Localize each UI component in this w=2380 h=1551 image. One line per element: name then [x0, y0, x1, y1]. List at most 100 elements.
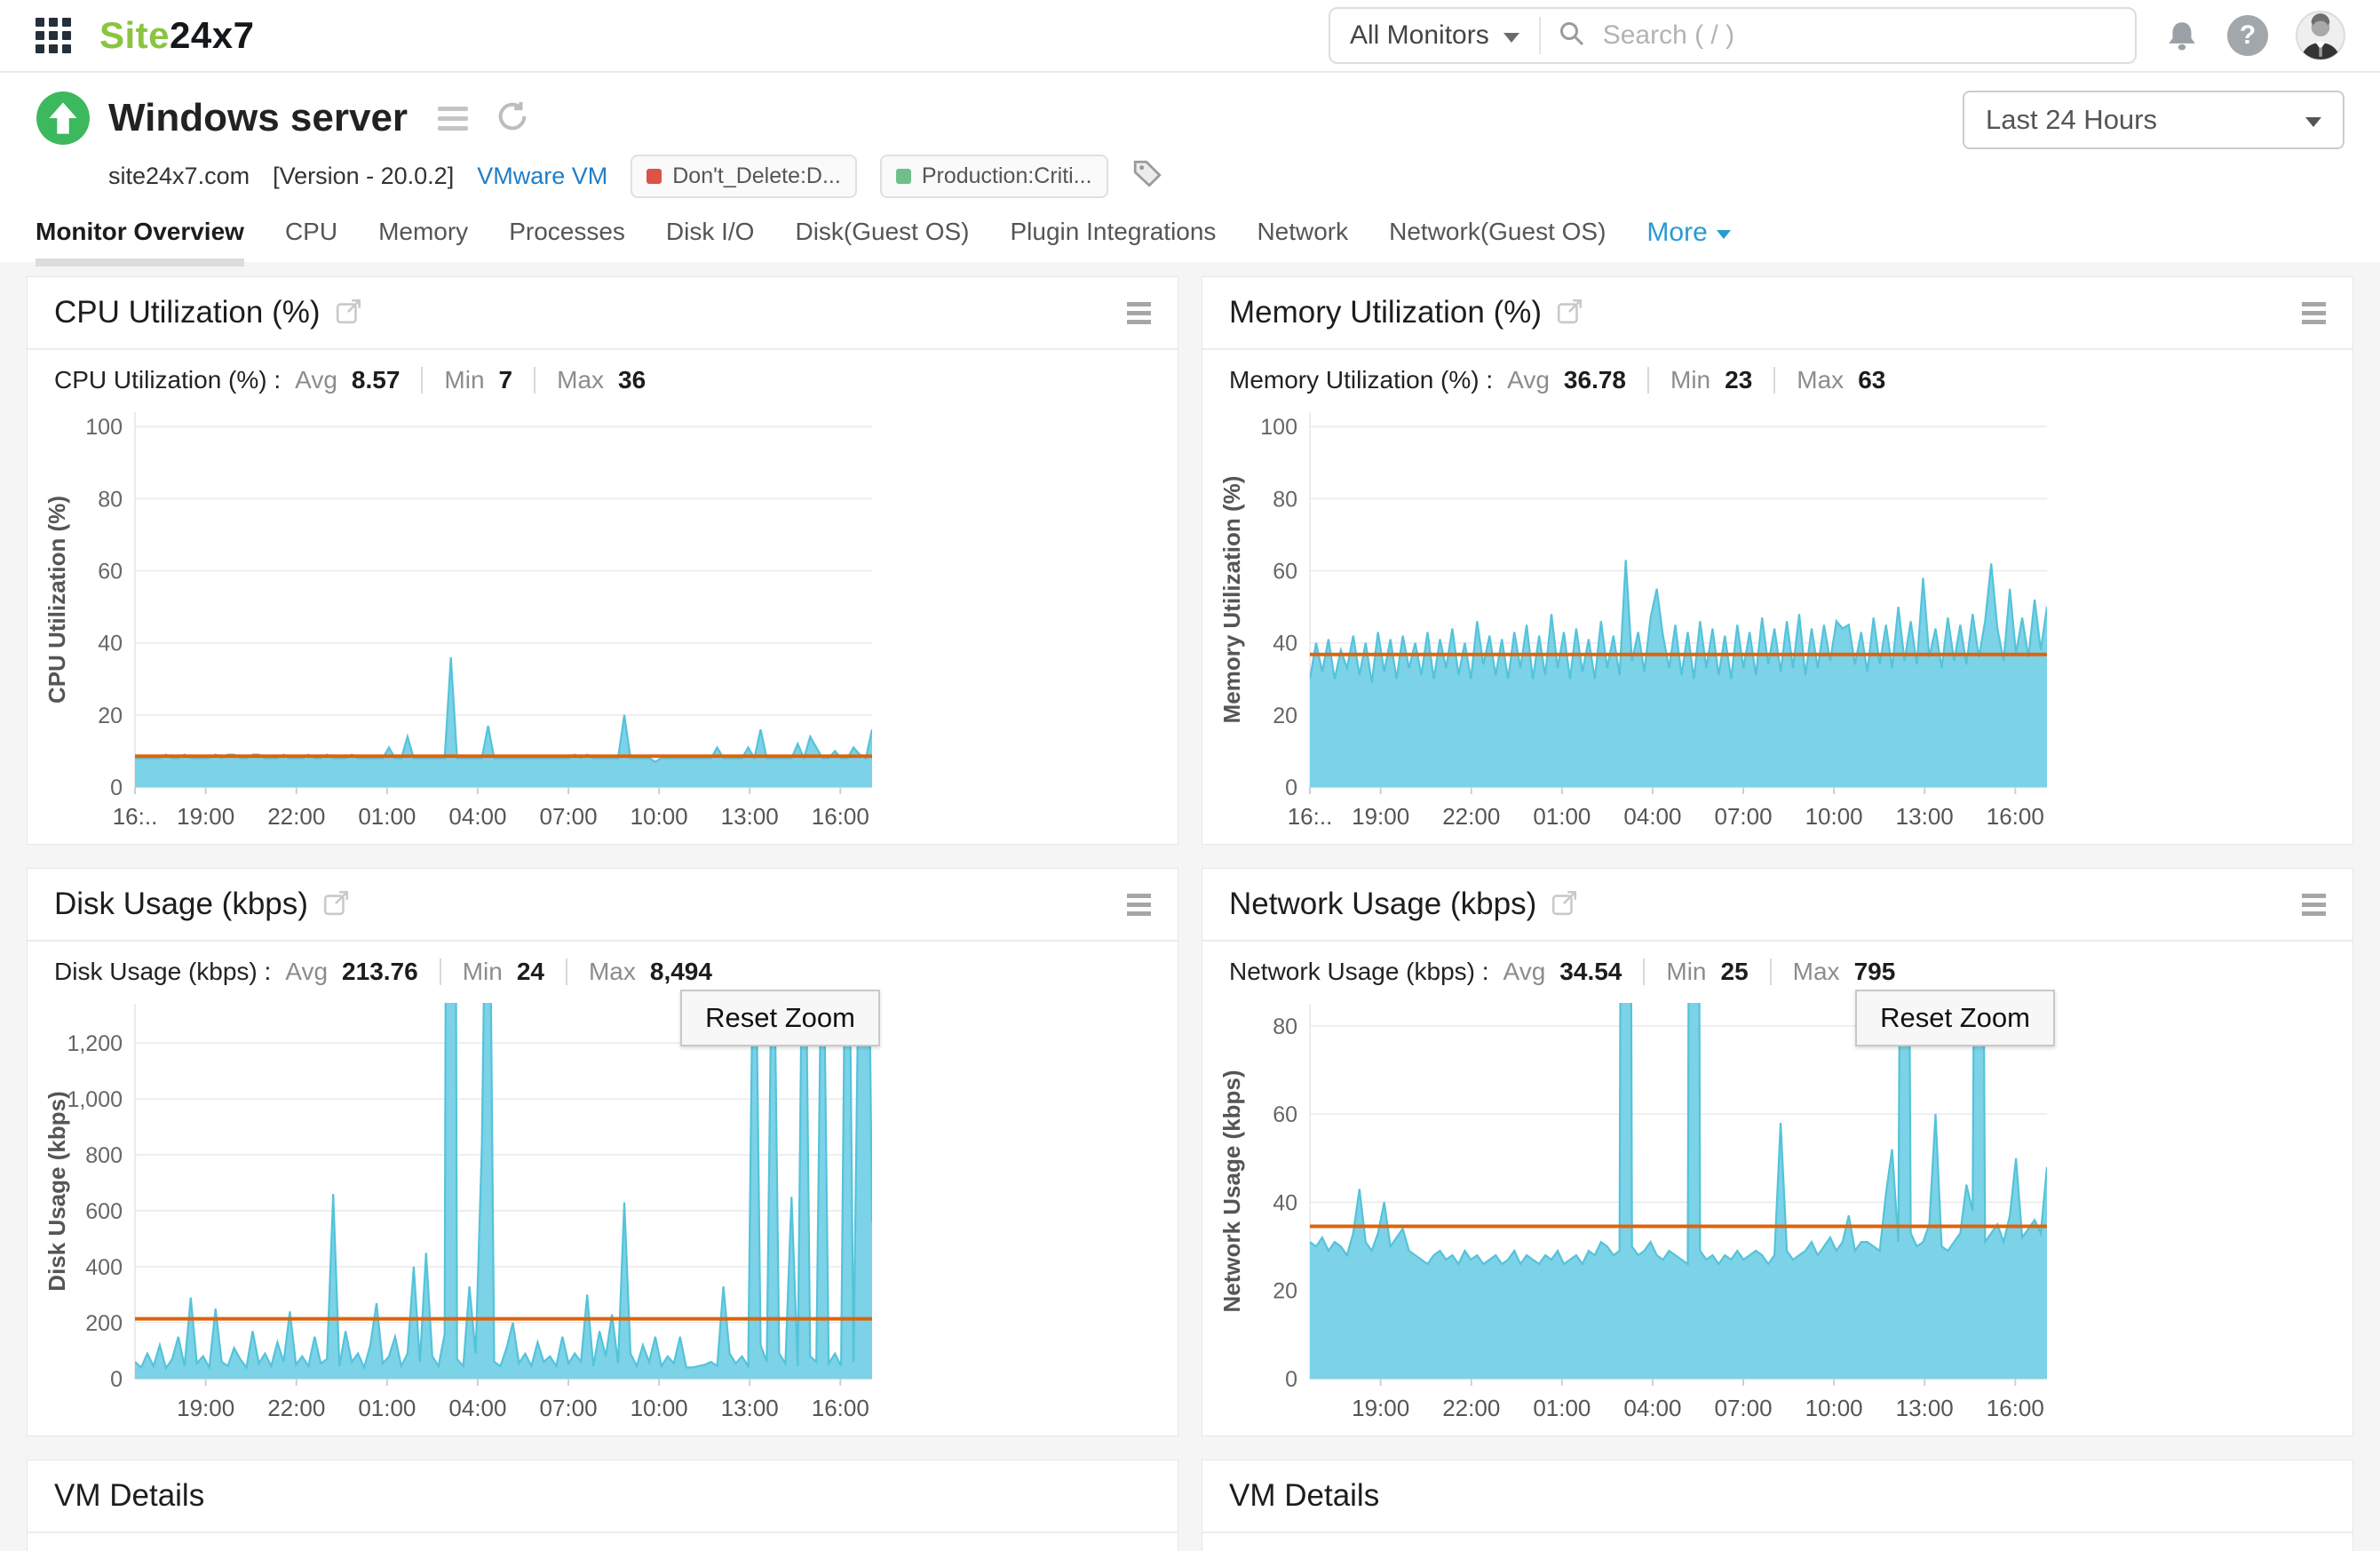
- search-input[interactable]: [1602, 20, 2115, 51]
- panel-title: Network Usage (kbps): [1229, 887, 1537, 921]
- svg-text:20: 20: [1273, 704, 1297, 728]
- svg-text:80: 80: [1273, 1014, 1297, 1039]
- notifications-bell-icon[interactable]: [2163, 17, 2201, 54]
- svg-text:10:00: 10:00: [1805, 1395, 1863, 1421]
- disk-usage-chart[interactable]: Reset Zoom 0 200 400 600 800 1,000 1,200 Disk U…: [42, 988, 885, 1432]
- svg-text:22:00: 22:00: [1442, 1395, 1500, 1421]
- svg-text:100: 100: [1260, 415, 1297, 440]
- min-value: 24: [516, 958, 544, 985]
- monitor-tabs: Monitor Overview CPU Memory Processes Di…: [0, 198, 2380, 266]
- reset-zoom-button[interactable]: Reset Zoom: [680, 990, 880, 1046]
- tab-plugin-integrations[interactable]: Plugin Integrations: [1011, 218, 1217, 258]
- cpu-utilization-chart[interactable]: 0 20 40 60 80 100 CPU Utilization (%) 16:.. 19:0…: [42, 396, 885, 840]
- tag-icon[interactable]: [1131, 157, 1163, 195]
- reset-zoom-button[interactable]: Reset Zoom: [1855, 990, 2055, 1046]
- refresh-icon[interactable]: [495, 99, 530, 139]
- svg-text:13:00: 13:00: [1896, 803, 1954, 830]
- svg-text:13:00: 13:00: [721, 803, 779, 830]
- svg-text:07:00: 07:00: [540, 803, 598, 830]
- panel-menu-icon[interactable]: [1127, 301, 1151, 324]
- network-usage-chart[interactable]: Reset Zoom 0 20 40 60 80 Network Usage (kbps)…: [1217, 988, 2060, 1432]
- tab-memory[interactable]: Memory: [378, 218, 468, 258]
- tag-color-swatch: [647, 169, 662, 184]
- tab-processes[interactable]: Processes: [509, 218, 625, 258]
- max-label: Max: [1797, 366, 1844, 394]
- panel-cpu-utilization: CPU Utilization (%) CPU Utilization (%) …: [27, 276, 1178, 845]
- apps-grid-icon[interactable]: [34, 16, 73, 55]
- memory-utilization-chart[interactable]: 0 20 40 60 80 100 Memory Utilization (%) 16:.. 1…: [1217, 396, 2060, 840]
- svg-text:04:00: 04:00: [1623, 803, 1681, 830]
- svg-text:22:00: 22:00: [1442, 803, 1500, 830]
- status-up-icon: [36, 91, 91, 146]
- time-range-dropdown[interactable]: Last 24 Hours: [1963, 91, 2344, 149]
- tab-disk-guest-os[interactable]: Disk(Guest OS): [795, 218, 969, 258]
- min-value: 25: [1720, 958, 1749, 985]
- page-title: Windows server: [108, 96, 409, 139]
- search-icon: [1557, 19, 1587, 53]
- tab-disk-io[interactable]: Disk I/O: [666, 218, 755, 258]
- expand-chart-icon[interactable]: [322, 888, 351, 921]
- svg-text:16:00: 16:00: [812, 803, 869, 830]
- avg-value: 36.78: [1563, 366, 1626, 394]
- svg-text:01:00: 01:00: [1533, 1395, 1591, 1421]
- chart-stats: Network Usage (kbps) : Avg 34.54 Min 25 Ma…: [1202, 942, 2352, 986]
- svg-text:19:00: 19:00: [1352, 1395, 1409, 1421]
- vm-detail-row: ESX/ESXi Host Name 172.21.112.41: [1202, 1533, 2352, 1551]
- svg-text:100: 100: [85, 415, 123, 440]
- svg-text:20: 20: [98, 704, 123, 728]
- stats-metric-label: Disk Usage (kbps) :: [54, 958, 272, 985]
- svg-text:400: 400: [85, 1255, 123, 1280]
- svg-text:04:00: 04:00: [448, 803, 506, 830]
- monitor-scope-dropdown[interactable]: All Monitors: [1350, 20, 1523, 51]
- svg-text:01:00: 01:00: [358, 803, 416, 830]
- min-value: 7: [498, 366, 513, 394]
- monitor-menu-icon[interactable]: [438, 106, 469, 131]
- max-value: 36: [618, 366, 647, 394]
- site24x7-logo[interactable]: Site24x7: [99, 14, 254, 57]
- tab-network-guest-os[interactable]: Network(Guest OS): [1389, 218, 1606, 258]
- panel-menu-icon[interactable]: [1127, 893, 1151, 916]
- svg-text:19:00: 19:00: [177, 803, 234, 830]
- chevron-down-icon: [1503, 32, 1519, 43]
- panel-menu-icon[interactable]: [2302, 893, 2326, 916]
- tab-monitor-overview[interactable]: Monitor Overview: [36, 218, 244, 266]
- tab-network[interactable]: Network: [1257, 218, 1348, 258]
- svg-text:13:00: 13:00: [721, 1395, 779, 1421]
- user-avatar[interactable]: [2295, 10, 2346, 61]
- svg-text:10:00: 10:00: [631, 1395, 688, 1421]
- svg-text:Network Usage (kbps): Network Usage (kbps): [1218, 1070, 1245, 1312]
- tag-color-swatch: [895, 169, 911, 184]
- svg-text:80: 80: [98, 487, 123, 512]
- help-icon[interactable]: ?: [2227, 15, 2268, 56]
- avg-value: 34.54: [1559, 958, 1622, 985]
- svg-text:20: 20: [1273, 1279, 1297, 1304]
- svg-text:04:00: 04:00: [448, 1395, 506, 1421]
- panel-menu-icon[interactable]: [2302, 301, 2326, 324]
- help-glyph: ?: [2239, 20, 2257, 50]
- stats-metric-label: Network Usage (kbps) :: [1229, 958, 1489, 985]
- svg-text:01:00: 01:00: [358, 1395, 416, 1421]
- max-value: 63: [1858, 366, 1886, 394]
- tag-chip[interactable]: Don't_Delete:D...: [631, 155, 857, 198]
- svg-text:60: 60: [1273, 1102, 1297, 1127]
- tab-cpu[interactable]: CPU: [285, 218, 337, 258]
- monitor-header: Windows server site24x7.com [Version - 2…: [0, 73, 2380, 198]
- expand-chart-icon[interactable]: [1551, 888, 1579, 921]
- monitor-type-link[interactable]: VMware VM: [477, 163, 607, 190]
- svg-text:16:..: 16:..: [1288, 803, 1333, 830]
- top-navbar: Site24x7 All Monitors ?: [0, 0, 2380, 73]
- panel-title: CPU Utilization (%): [54, 295, 321, 330]
- panel-vm-details-left: VM Details Host Name s24x7-w10.site24x7.…: [27, 1460, 1178, 1551]
- svg-text:40: 40: [1273, 1190, 1297, 1215]
- tag-chip[interactable]: Production:Criti...: [879, 155, 1108, 198]
- expand-chart-icon[interactable]: [335, 297, 363, 330]
- svg-text:13:00: 13:00: [1896, 1395, 1954, 1421]
- expand-chart-icon[interactable]: [1556, 297, 1584, 330]
- panel-title: VM Details: [54, 1478, 205, 1513]
- more-label: More: [1646, 218, 1708, 247]
- max-label: Max: [557, 366, 605, 394]
- chart-stats: Disk Usage (kbps) : Avg 213.76 Min 24 Max 8…: [28, 942, 1178, 986]
- avg-label: Avg: [285, 958, 329, 985]
- max-label: Max: [1792, 958, 1840, 985]
- tab-more[interactable]: More: [1646, 218, 1731, 260]
